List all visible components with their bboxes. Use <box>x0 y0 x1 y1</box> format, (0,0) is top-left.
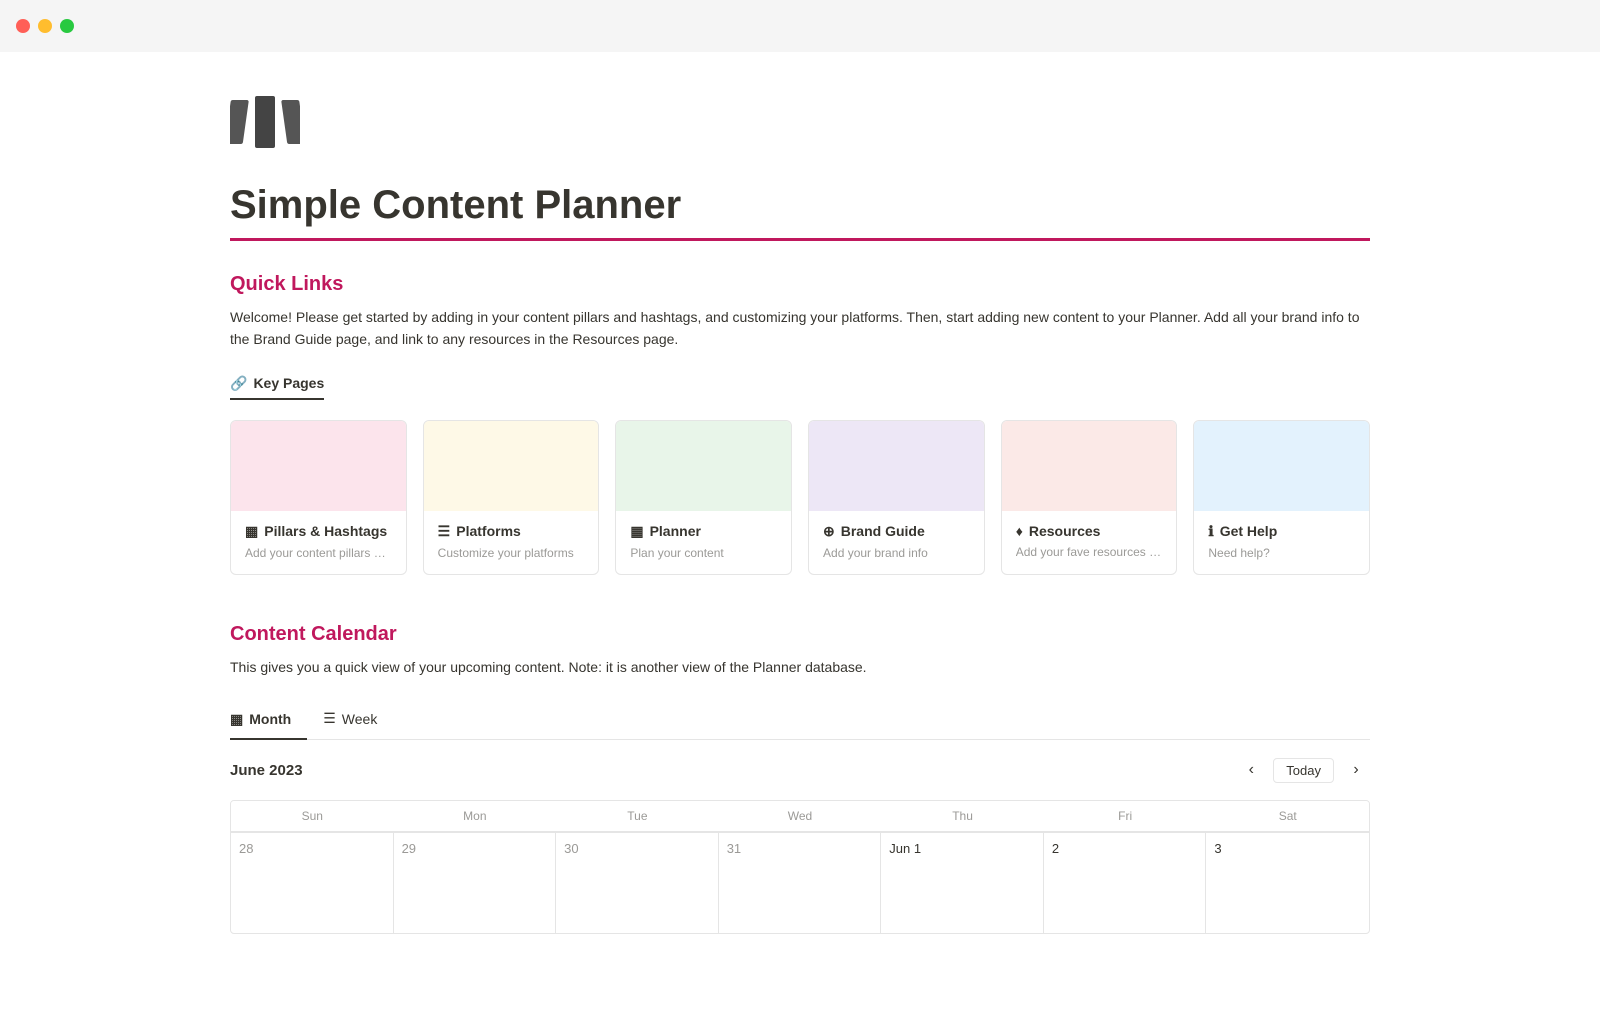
card-body-pillars: ▦ Pillars & Hashtags Add your content pi… <box>231 511 406 574</box>
title-divider <box>230 238 1370 241</box>
calendar-cell-30[interactable]: 30 <box>556 833 719 933</box>
tab-month[interactable]: ▦ Month <box>230 702 307 740</box>
card-subtitle-planner: Plan your content <box>630 546 777 560</box>
cell-num-28: 28 <box>239 841 385 856</box>
card-title-pillars: ▦ Pillars & Hashtags <box>245 523 392 540</box>
cell-num-jun1: Jun 1 <box>889 841 1035 856</box>
card-subtitle-get-help: Need help? <box>1208 546 1355 560</box>
page-title: Simple Content Planner <box>230 183 1370 228</box>
calendar-prev-button[interactable]: ‹ <box>1237 756 1265 784</box>
calendar-cell-29[interactable]: 29 <box>394 833 557 933</box>
calendar-cell-3[interactable]: 3 <box>1206 833 1369 933</box>
titlebar <box>0 0 1600 52</box>
get-help-icon: ℹ <box>1208 523 1213 540</box>
card-body-brand-guide: ⊕ Brand Guide Add your brand info <box>809 511 984 574</box>
cell-num-29: 29 <box>402 841 548 856</box>
key-pages-cards: ▦ Pillars & Hashtags Add your content pi… <box>230 420 1370 575</box>
pillars-icon: ▦ <box>245 523 258 540</box>
card-color-resources <box>1002 421 1177 511</box>
card-subtitle-platforms: Customize your platforms <box>438 546 585 560</box>
cell-num-31: 31 <box>727 841 873 856</box>
calendar-month-label: June 2023 <box>230 762 303 779</box>
day-header-tue: Tue <box>556 801 719 832</box>
quick-links-section: Quick Links Welcome! Please get started … <box>230 273 1370 575</box>
key-pages-icon: 🔗 <box>230 375 247 392</box>
calendar-week-1: 28 29 30 31 Jun 1 2 3 <box>231 832 1369 933</box>
cell-num-30: 30 <box>564 841 710 856</box>
card-title-brand-guide: ⊕ Brand Guide <box>823 523 970 540</box>
card-color-planner <box>616 421 791 511</box>
calendar-cell-28[interactable]: 28 <box>231 833 394 933</box>
card-planner[interactable]: ▦ Planner Plan your content <box>615 420 792 575</box>
calendar-next-button[interactable]: › <box>1342 756 1370 784</box>
card-body-platforms: ☰ Platforms Customize your platforms <box>424 511 599 574</box>
cell-num-3: 3 <box>1214 841 1361 856</box>
month-tab-label: Month <box>249 711 291 727</box>
month-tab-icon: ▦ <box>230 711 243 728</box>
card-color-brand-guide <box>809 421 984 511</box>
minimize-button[interactable] <box>38 19 52 33</box>
calendar-tabs: ▦ Month ☰ Week <box>230 702 1370 740</box>
calendar-navigation: ‹ Today › <box>1237 756 1370 784</box>
card-color-platforms <box>424 421 599 511</box>
card-color-get-help <box>1194 421 1369 511</box>
card-subtitle-resources: Add your fave resources here <box>1016 545 1163 559</box>
quick-links-title: Quick Links <box>230 273 1370 296</box>
week-tab-label: Week <box>342 711 378 727</box>
card-title-planner: ▦ Planner <box>630 523 777 540</box>
day-header-mon: Mon <box>394 801 557 832</box>
card-color-pillars <box>231 421 406 511</box>
calendar-cell-jun1[interactable]: Jun 1 <box>881 833 1044 933</box>
key-pages-label: 🔗 Key Pages <box>230 375 324 400</box>
maximize-button[interactable] <box>60 19 74 33</box>
calendar-cell-2[interactable]: 2 <box>1044 833 1207 933</box>
card-platforms[interactable]: ☰ Platforms Customize your platforms <box>423 420 600 575</box>
close-button[interactable] <box>16 19 30 33</box>
logo <box>230 92 1370 155</box>
resources-icon: ♦ <box>1016 523 1023 539</box>
card-title-resources: ♦ Resources <box>1016 523 1163 539</box>
card-title-platforms: ☰ Platforms <box>438 523 585 540</box>
card-title-get-help: ℹ Get Help <box>1208 523 1355 540</box>
content-calendar-title: Content Calendar <box>230 623 1370 646</box>
day-header-sat: Sat <box>1206 801 1369 832</box>
day-header-wed: Wed <box>719 801 882 832</box>
day-header-sun: Sun <box>231 801 394 832</box>
card-resources[interactable]: ♦ Resources Add your fave resources here <box>1001 420 1178 575</box>
planner-icon: ▦ <box>630 523 643 540</box>
card-body-planner: ▦ Planner Plan your content <box>616 511 791 574</box>
card-body-get-help: ℹ Get Help Need help? <box>1194 511 1369 574</box>
week-tab-icon: ☰ <box>323 710 336 727</box>
calendar-grid: Sun Mon Tue Wed Thu Fri Sat 28 29 30 <box>230 800 1370 934</box>
day-header-fri: Fri <box>1044 801 1207 832</box>
card-get-help[interactable]: ℹ Get Help Need help? <box>1193 420 1370 575</box>
content-calendar-description: This gives you a quick view of your upco… <box>230 656 1370 678</box>
calendar-today-button[interactable]: Today <box>1273 758 1334 783</box>
day-header-thu: Thu <box>881 801 1044 832</box>
content-calendar-section: Content Calendar This gives you a quick … <box>230 623 1370 934</box>
quick-links-description: Welcome! Please get started by adding in… <box>230 306 1370 351</box>
calendar-cell-31[interactable]: 31 <box>719 833 882 933</box>
card-pillars[interactable]: ▦ Pillars & Hashtags Add your content pi… <box>230 420 407 575</box>
card-subtitle-pillars: Add your content pillars & hasht... <box>245 546 392 560</box>
card-subtitle-brand-guide: Add your brand info <box>823 546 970 560</box>
calendar-header: June 2023 ‹ Today › <box>230 756 1370 784</box>
card-brand-guide[interactable]: ⊕ Brand Guide Add your brand info <box>808 420 985 575</box>
calendar-day-headers: Sun Mon Tue Wed Thu Fri Sat <box>231 801 1369 832</box>
platforms-icon: ☰ <box>438 523 451 540</box>
brand-guide-icon: ⊕ <box>823 523 835 540</box>
tab-week[interactable]: ☰ Week <box>323 702 393 739</box>
main-content: Simple Content Planner Quick Links Welco… <box>150 52 1450 1026</box>
cell-num-2: 2 <box>1052 841 1198 856</box>
card-body-resources: ♦ Resources Add your fave resources here <box>1002 511 1177 573</box>
